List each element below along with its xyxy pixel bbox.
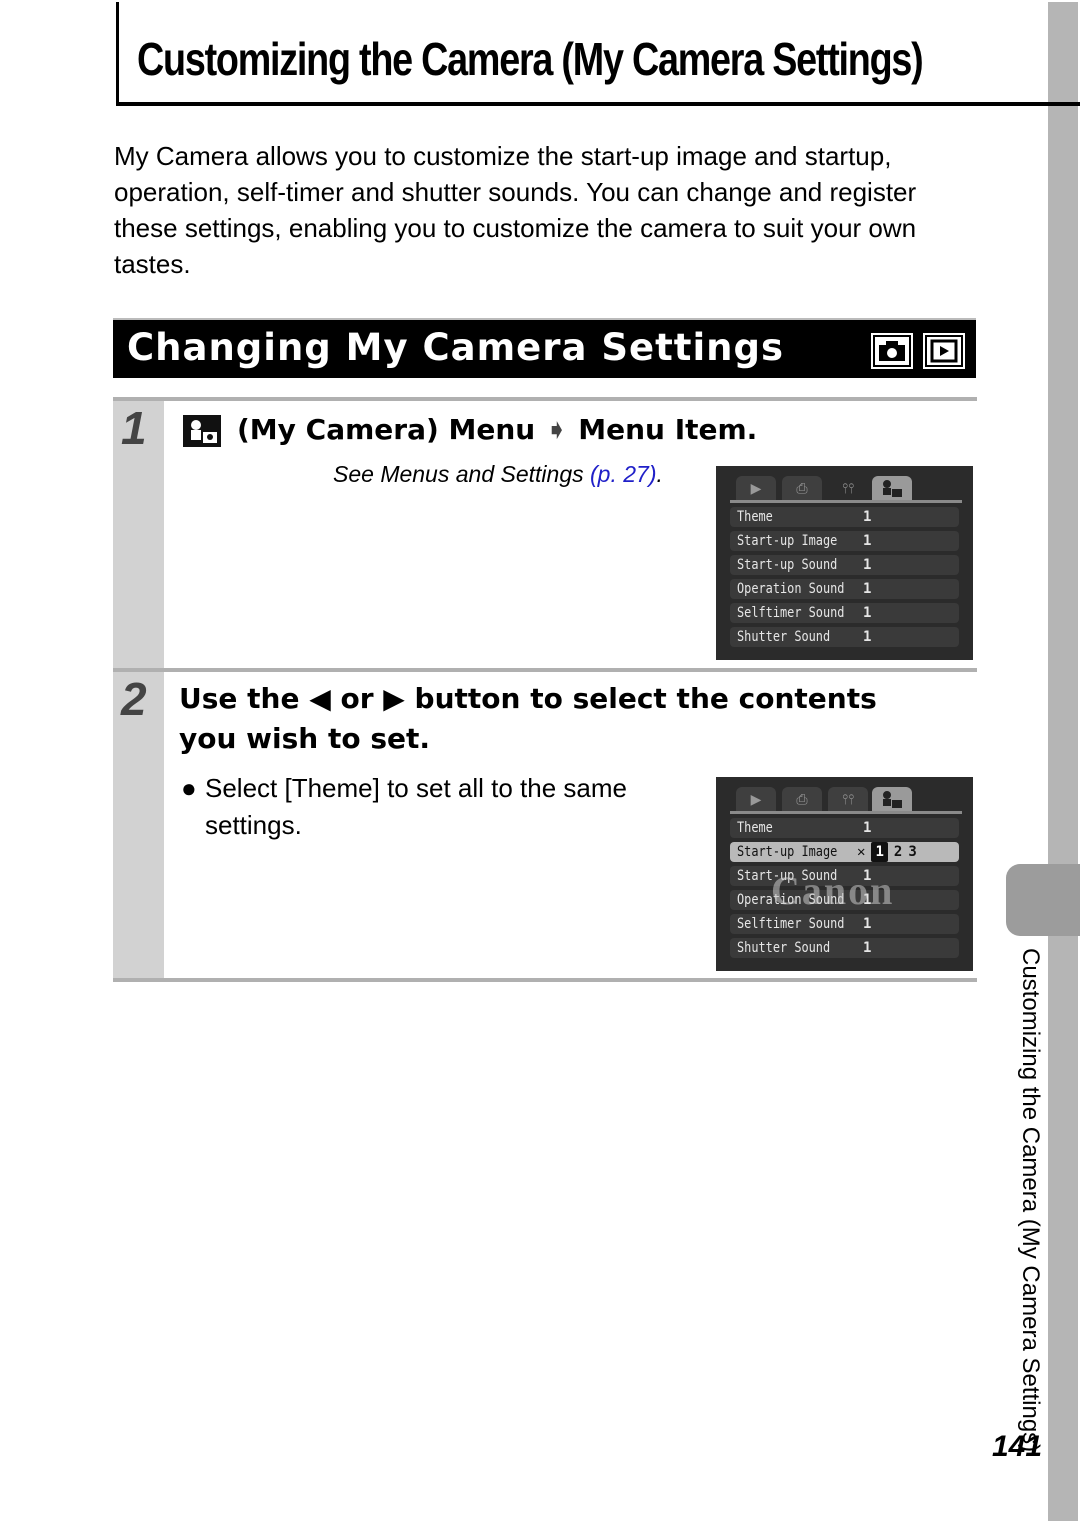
row-label: Selftimer Sound [737,916,845,932]
lcd-row: Theme 1 [730,507,959,527]
row-value: 1 [863,916,872,932]
page-title: Customizing the Camera (My Camera Settin… [137,33,924,85]
step-number: 2 [121,673,147,725]
option-1-active: 1 [871,842,888,862]
row-label: Theme [737,820,773,836]
option-3: 3 [908,844,917,860]
page-number: 141 [992,1430,1043,1463]
lcd-row: Start-up Image 1 [730,531,959,551]
lcd-tabs: ▶ ⎙ ⫯⫯ [730,474,962,503]
row-value: 1 [863,940,872,956]
row-value: 1 [863,629,872,645]
tab-playback: ▶ [736,476,776,500]
row-value: 1 [863,557,872,573]
row-value: 1 [863,581,872,597]
row-label: Start-up Image [737,844,838,860]
row-value: 1 [863,509,872,525]
row-value: 1 [863,533,872,549]
option-list: ✕ 1 2 3 [857,842,923,862]
lcd-row: Start-up Sound 1 [730,555,959,575]
row-label: Shutter Sound [737,940,831,956]
intro-paragraph: My Camera allows you to customize the st… [114,141,917,279]
side-thumb-bar [1048,2,1078,1521]
section-end-rule [113,978,977,982]
canon-watermark: Canon [771,868,895,913]
row-label: Shutter Sound [737,629,831,645]
chapter-tab [1006,864,1080,936]
step-2-heading-line1: Use the ◀ or ▶ button to select the cont… [179,682,877,715]
lcd-row: Shutter Sound 1 [730,938,959,958]
arrow-right-icon: ➧ [545,413,569,446]
tab-playback: ▶ [736,787,776,811]
reference-end: . [656,461,663,487]
heading-prefix: (My Camera) Menu [237,413,536,446]
row-label: Operation Sound [737,581,845,597]
page-link[interactable]: (p. 27) [590,461,656,487]
lcd-screen-1: ▶ ⎙ ⫯⫯ Theme 1 Start-up Image 1 Start-up S… [716,466,973,660]
row-label: Start-up Sound [737,557,838,573]
tab-my-camera [872,787,912,811]
step-2: 2 Use the ◀ or ▶ button to select the co… [113,668,977,982]
row-label: Selftimer Sound [737,605,845,621]
tab-my-camera [872,476,912,500]
step-1: 1 (My Camera) Menu ➧ Menu Item. See Menu… [113,397,977,671]
tab-print: ⎙ [782,476,822,500]
row-label: Start-up Image [737,533,838,549]
lcd-tabs: ▶ ⎙ ⫯⫯ [730,785,962,814]
section-title: Changing My Camera Settings [127,326,785,369]
heading-suffix: Menu Item. [578,413,758,446]
tab-print: ⎙ [782,787,822,811]
lcd-row-selected: Start-up Image ✕ 1 2 3 [730,842,959,862]
step-1-heading: (My Camera) Menu ➧ Menu Item. [237,413,757,446]
lcd-row: Selftimer Sound 1 [730,603,959,623]
page-title-frame: Customizing the Camera (My Camera Settin… [116,2,1080,106]
step-number: 1 [121,402,147,454]
lcd-row: Shutter Sound 1 [730,627,959,647]
tab-setup: ⫯⫯ [841,480,855,496]
bullet-text: Select [Theme] to set all to the same se… [205,773,627,840]
my-camera-icon [183,415,221,447]
lcd-row: Selftimer Sound 1 [730,914,959,934]
lcd-row: Operation Sound 1 [730,579,959,599]
playback-icon [923,333,965,369]
side-chapter-label: Customizing the Camera (My Camera Settin… [1017,948,1044,1453]
tab-setup: ⫯⫯ [828,787,868,811]
row-value: 1 [863,820,872,836]
option-off: ✕ [857,844,866,860]
row-label: Theme [737,509,773,525]
lcd-screen-2: ▶ ⎙ ⫯⫯ Theme 1 Start-up Image ✕ 1 2 3 Start-… [716,777,973,971]
row-value: 1 [863,605,872,621]
option-2: 2 [893,844,903,860]
bullet-item: ● Select [Theme] to set all to the same … [181,770,701,844]
bullet-dot-icon: ● [181,773,197,803]
section-header: Changing My Camera Settings [113,318,976,378]
lcd-row: Theme 1 [730,818,959,838]
reference-text: See Menus and Settings (p. 27). [333,461,663,488]
camera-icon [871,333,913,369]
reference-label: See Menus and Settings [333,461,590,487]
step-2-heading-line2: you wish to set. [179,722,431,755]
